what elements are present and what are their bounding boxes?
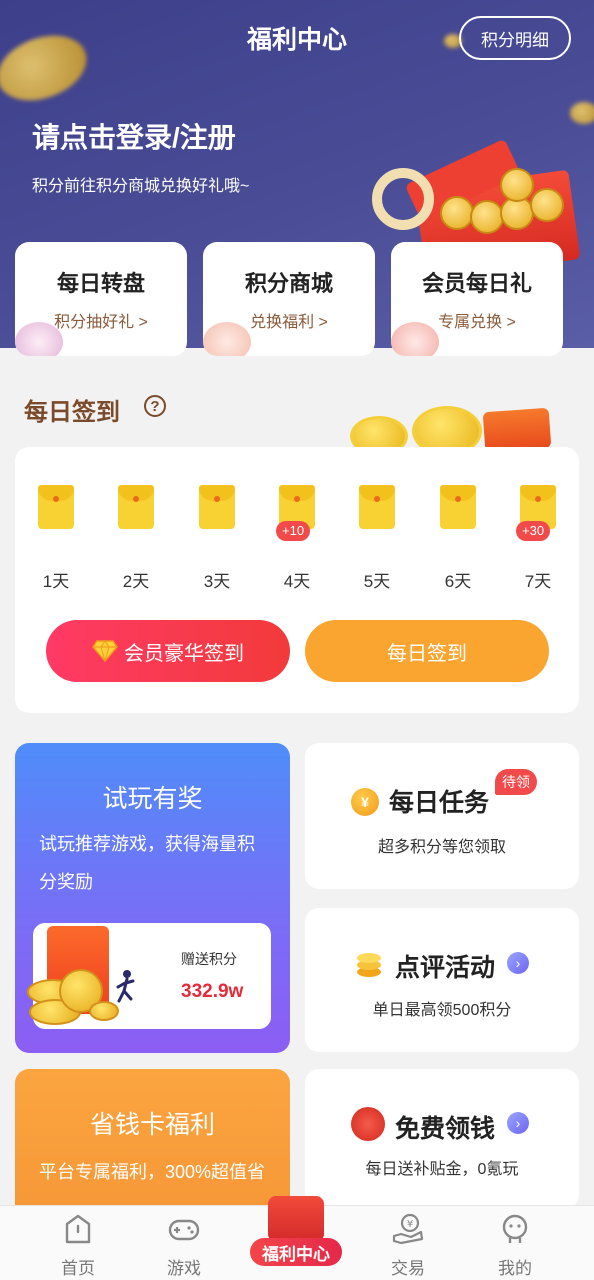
coin-decoration <box>570 102 594 124</box>
coin-stack-icon <box>357 953 381 977</box>
day-label: 1天 <box>42 572 70 591</box>
day-label: 2天 <box>122 572 150 591</box>
envelope-icon <box>38 485 74 529</box>
tab-games[interactable]: 游戏 <box>139 1206 229 1280</box>
day-label: 4天 <box>283 572 311 591</box>
day-label: 3天 <box>203 572 231 591</box>
tab-label: 首页 <box>61 1259 95 1278</box>
coin-icon <box>470 200 504 234</box>
runner-icon <box>116 970 135 1003</box>
login-register-link[interactable]: 请点击登录/注册 <box>32 116 236 156</box>
bonus-badge: +30 <box>516 521 551 541</box>
red-envelope-icon <box>351 1107 385 1141</box>
review-title: 点评活动 <box>395 954 496 982</box>
free-money-card[interactable]: 免费领钱 › 每日送补贴金，0氪玩 <box>305 1069 579 1209</box>
card-title: 每日转盘 <box>56 271 145 296</box>
tab-label: 我的 <box>498 1259 532 1278</box>
points-detail-button[interactable]: 积分明细 <box>459 16 571 60</box>
free-money-subtitle: 每日送补贴金，0氪玩 <box>365 1161 519 1178</box>
review-subtitle: 单日最高领500积分 <box>372 1002 512 1019</box>
chevron-right-icon: › <box>507 1112 529 1134</box>
help-icon[interactable]: ? <box>144 395 166 417</box>
tab-label: 游戏 <box>167 1259 201 1278</box>
card-title: 会员每日礼 <box>421 271 532 296</box>
trade-icon: ¥ <box>392 1213 424 1245</box>
tab-trade[interactable]: ¥ 交易 <box>363 1206 453 1280</box>
free-money-title: 免费领钱 <box>395 1115 496 1143</box>
chevron-right-icon: › <box>507 952 529 974</box>
envelope-icon <box>440 485 476 529</box>
envelope-icon <box>118 485 154 529</box>
trial-title: 试玩有奖 <box>102 785 203 813</box>
trial-reward-card[interactable]: 试玩有奖 试玩推荐游戏，获得海量积分奖励 赠送积分 332.9w <box>15 743 290 1053</box>
home-icon <box>65 1214 91 1244</box>
savings-title: 省钱卡福利 <box>89 1111 215 1139</box>
card-link[interactable]: 积分抽好礼 > <box>15 308 187 332</box>
daily-task-card[interactable]: ¥ 每日任务 待领 超多积分等您领取 <box>305 743 579 889</box>
red-envelope-icon <box>268 1196 324 1242</box>
card-title: 积分商城 <box>244 271 333 296</box>
checkin-card: 1天 2天 3天 +10 4天 5天 6天 +30 7天 会员豪华签到 每日签到 <box>15 447 579 713</box>
tab-label: 交易 <box>391 1259 425 1278</box>
pending-badge: 待领 <box>495 769 537 795</box>
day-label: 7天 <box>524 572 552 591</box>
svg-text:¥: ¥ <box>407 1219 413 1230</box>
review-activity-card[interactable]: 点评活动 › 单日最高领500积分 <box>305 908 579 1052</box>
day-label: 6天 <box>444 572 472 591</box>
checkin-title: 每日签到 <box>24 399 120 426</box>
daily-wheel-card[interactable]: 每日转盘 积分抽好礼 > <box>15 242 187 356</box>
red-envelope-icon <box>482 407 552 453</box>
tab-home[interactable]: 首页 <box>33 1206 123 1280</box>
vip-checkin-button[interactable]: 会员豪华签到 <box>46 620 290 682</box>
savings-description: 平台专属福利，300%超值省 <box>39 1162 266 1182</box>
login-subtitle: 积分前往积分商城兑换好礼哦~ <box>32 178 250 195</box>
tab-welfare-center[interactable]: 福利中心 <box>248 1196 344 1272</box>
points-value: 332.9w <box>181 981 244 1002</box>
coin-icon <box>530 188 564 222</box>
coin-icon <box>440 196 474 230</box>
vip-checkin-label: 会员豪华签到 <box>124 642 244 665</box>
card-link[interactable]: 专属兑换 > <box>391 308 563 332</box>
tab-label: 福利中心 <box>250 1238 342 1266</box>
yen-coin-icon: ¥ <box>351 788 379 816</box>
bonus-badge: +10 <box>276 521 311 541</box>
tab-mine[interactable]: 我的 <box>470 1206 560 1280</box>
points-label: 赠送积分 <box>181 951 237 967</box>
points-mall-card[interactable]: 积分商城 兑换福利 > <box>203 242 375 356</box>
daily-checkin-button[interactable]: 每日签到 <box>305 620 549 682</box>
trial-description: 试玩推荐游戏，获得海量积分奖励 <box>39 834 255 892</box>
card-link[interactable]: 兑换福利 > <box>203 308 375 332</box>
day-label: 5天 <box>363 572 391 591</box>
coins-illustration <box>350 392 560 456</box>
envelope-icon <box>199 485 235 529</box>
gift-ribbon-illustration <box>372 168 434 230</box>
member-gift-card[interactable]: 会员每日礼 专属兑换 > <box>391 242 563 356</box>
daily-task-title: 每日任务 <box>389 789 490 817</box>
coin-icon <box>500 168 534 202</box>
gamepad-icon <box>168 1219 200 1241</box>
user-icon <box>502 1214 528 1243</box>
envelope-icon <box>359 485 395 529</box>
diamond-icon <box>92 640 118 662</box>
daily-task-subtitle: 超多积分等您领取 <box>377 839 506 856</box>
